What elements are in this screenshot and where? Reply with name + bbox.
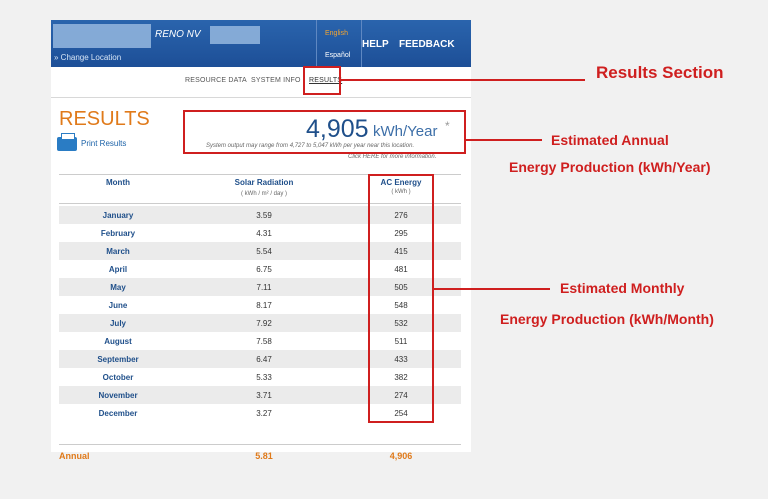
annual-output-highlight — [183, 110, 466, 154]
change-location-link[interactable]: » Change Location — [54, 53, 121, 62]
help-link[interactable]: HELP — [362, 39, 389, 50]
language-spanish-link[interactable]: Español — [325, 52, 350, 59]
results-tab-highlight — [303, 66, 341, 95]
month-cell: February — [100, 229, 136, 238]
annotation-annual-line1: Estimated Annual — [551, 132, 669, 148]
solar-radiation-cell: 7.11 — [256, 283, 272, 292]
annual-ac-value: 4,906 — [389, 451, 413, 461]
month-cell: May — [110, 283, 126, 292]
solar-radiation-cell: 7.58 — [256, 337, 272, 346]
print-results-label: Print Results — [81, 139, 127, 148]
solar-radiation-cell: 3.71 — [256, 391, 272, 400]
month-cell: July — [109, 319, 126, 328]
month-cell: August — [104, 337, 132, 346]
tab-bar: RESOURCE DATA SYSTEM INFO RESULTS — [51, 67, 471, 98]
solar-radiation-cell: 6.47 — [256, 355, 272, 364]
col-header-solar-radiation: Solar Radiation — [234, 178, 294, 187]
blurred-address — [210, 26, 260, 44]
printer-icon — [57, 133, 77, 151]
tab-system-info[interactable]: SYSTEM INFO — [251, 77, 301, 84]
month-cell: September — [97, 355, 139, 364]
annotation-annual-line2: Energy Production (kWh/Year) — [509, 159, 711, 175]
annual-label: Annual — [59, 451, 90, 461]
solar-radiation-cell: 4.31 — [256, 229, 272, 238]
tab-resource-data[interactable]: RESOURCE DATA — [185, 77, 247, 84]
language-switcher: English Español — [316, 20, 362, 67]
annotation-monthly-line1: Estimated Monthly — [560, 280, 685, 296]
solar-radiation-cell: 3.27 — [256, 409, 272, 418]
top-bar: RENO NV » Change Location English Españo… — [51, 20, 471, 67]
solar-radiation-cell: 5.33 — [256, 373, 272, 382]
language-english-link[interactable]: English — [325, 30, 348, 37]
solar-radiation-cell: 3.59 — [256, 211, 272, 220]
col-header-month: Month — [106, 178, 130, 187]
annual-total-row: Annual 5.81 4,906 — [59, 444, 461, 467]
month-cell: October — [102, 373, 134, 382]
more-info-link[interactable]: Click HERE for more information. — [348, 154, 436, 160]
month-cell: June — [108, 301, 128, 310]
month-cell: March — [106, 247, 130, 256]
annual-pointer — [466, 139, 542, 141]
solar-radiation-cell: 8.17 — [256, 301, 272, 310]
solar-radiation-cell: 7.92 — [256, 319, 272, 328]
annotation-monthly-line2: Energy Production (kWh/Month) — [500, 311, 714, 327]
feedback-link[interactable]: FEEDBACK — [399, 39, 455, 50]
annotation-results-section: Results Section — [596, 63, 724, 82]
col-subheader-solar-unit: ( kWh / m² / day ) — [240, 191, 287, 197]
solar-radiation-cell: 6.75 — [256, 265, 272, 274]
month-cell: January — [102, 211, 134, 220]
results-heading: RESULTS — [59, 108, 150, 130]
month-cell: April — [108, 265, 128, 274]
blurred-logo — [53, 24, 151, 48]
results-section-pointer — [341, 79, 585, 81]
monthly-ac-highlight — [368, 174, 434, 423]
month-cell: November — [98, 391, 138, 400]
location-label: RENO NV — [155, 29, 201, 40]
monthly-pointer — [434, 288, 550, 290]
solar-radiation-cell: 5.54 — [256, 247, 272, 256]
annual-solar-value: 5.81 — [255, 451, 273, 461]
month-cell: December — [98, 409, 138, 418]
